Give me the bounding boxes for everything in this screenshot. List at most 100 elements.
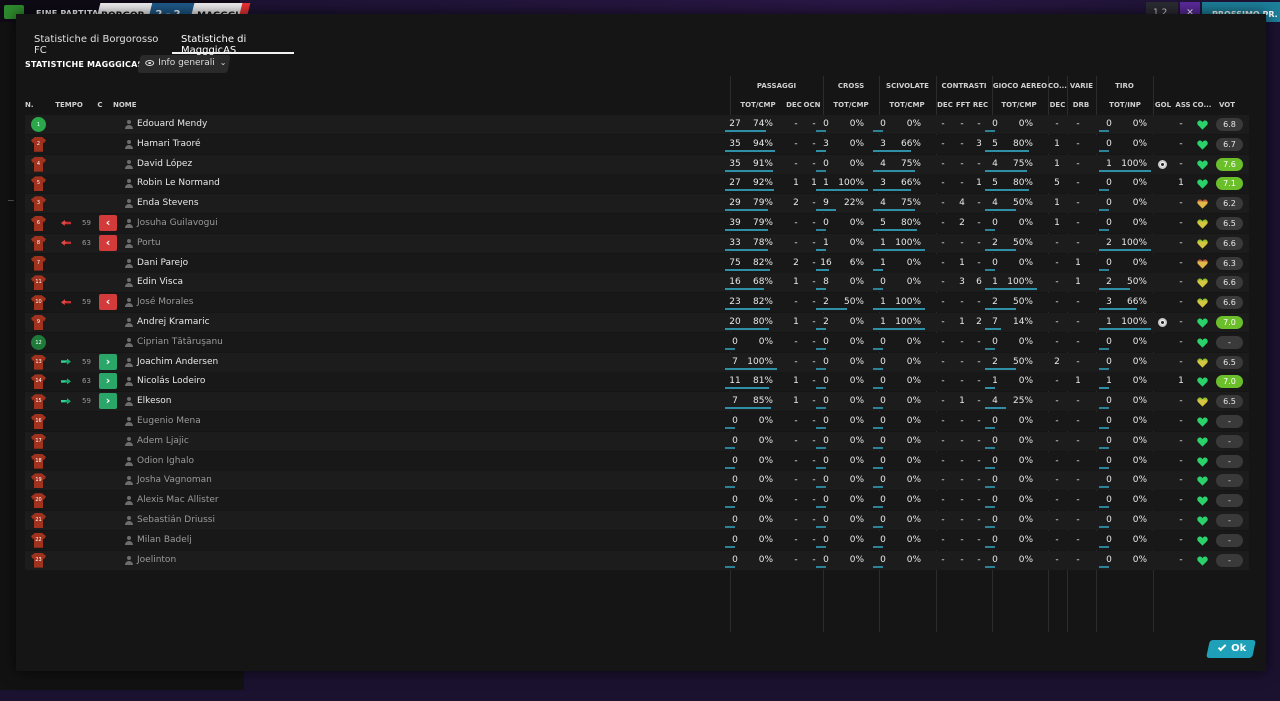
column-header-co_dec[interactable]: DEC — [1048, 101, 1067, 109]
stat-aerial-total: 4 — [992, 396, 998, 407]
player-profile-icon[interactable] — [125, 199, 133, 209]
column-header-num[interactable]: N. — [25, 101, 39, 109]
column-header-gol[interactable]: GOL — [1154, 101, 1172, 109]
column-header-tiro[interactable]: TOT/INP — [1100, 101, 1150, 109]
table-row[interactable]: 10 59 ‹ José Morales 23 82% - -2 50% 1 100% - - -2 50%… — [25, 293, 1249, 313]
player-profile-icon[interactable] — [125, 337, 133, 347]
player-name[interactable]: Josuha Guilavogui — [137, 218, 218, 228]
stat-crosses-total: 0 — [823, 376, 829, 387]
shots-bar — [1099, 486, 1109, 489]
player-profile-icon[interactable] — [125, 219, 133, 228]
stat-aerial-total: 0 — [992, 336, 998, 347]
table-row[interactable]: 22 Milan Badelj 0 0% - -0 0% 0 0% - - -0 0% - -0 0% - - — [25, 530, 1249, 550]
column-header-aereo[interactable]: TOT/CMP — [994, 101, 1044, 109]
player-rating: - — [1216, 494, 1243, 508]
player-name[interactable]: Milan Badelj — [137, 535, 192, 545]
player-name[interactable]: Portu — [137, 238, 161, 248]
player-profile-icon[interactable] — [125, 238, 133, 248]
table-row[interactable]: 16 Eugenio Mena 0 0% - -0 0% 0 0% - - -0 0% - -0 0% - - — [25, 412, 1249, 431]
column-header-cross[interactable]: TOT/CMP — [826, 101, 876, 109]
column-header-con_rec[interactable]: REC — [972, 101, 989, 109]
stat-aerial-total: 5 — [992, 178, 998, 189]
player-profile-icon[interactable] — [125, 436, 133, 446]
player-name[interactable]: Elkeson — [137, 396, 172, 406]
table-row[interactable]: 15 59 › Elkeson 7 85% 1-0 0% 0 0% -1-4 25% - -0 0% -6.5 — [25, 392, 1249, 412]
table-row[interactable]: 8 63 ‹ Portu 33 78% - -1 0% 1 100% - - -2 50% - -2 100% -6… — [25, 233, 1249, 253]
player-profile-icon[interactable] — [125, 535, 133, 545]
table-row[interactable]: 4 David López 35 91% - -0 0% 4 75% - - -4 75% 1-1 100%… — [25, 154, 1249, 174]
table-row[interactable]: 20 Alexis Mac Allister 0 0% - -0 0% 0 0% - - -0 0% - -… — [25, 491, 1249, 511]
player-profile-icon[interactable] — [125, 377, 133, 387]
player-name[interactable]: Robin Le Normand — [137, 178, 220, 188]
column-header-vot[interactable]: VOT — [1214, 101, 1240, 109]
player-name[interactable]: Joelinton — [137, 555, 176, 565]
table-row[interactable]: 13 59 › Joachim Andersen 7 100% - -0 0% 0 0% - - -2 50… — [25, 352, 1249, 372]
player-name[interactable]: Adem Ljajic — [137, 436, 189, 446]
stat-contrasts-fouls: - — [960, 495, 964, 506]
player-name[interactable]: Edouard Mendy — [137, 119, 207, 129]
player-name[interactable]: Dani Parejo — [137, 258, 188, 268]
column-header-con_fft[interactable]: FFT — [955, 101, 971, 109]
table-row[interactable]: 11 Edin Visca 16 68% 1-8 0% 0 0% -3 6 1 100% -1 2 50% -… — [25, 273, 1249, 293]
table-row[interactable]: 19 Josha Vagnoman 0 0% - -0 0% 0 0% - - -0 0% - -0 0% - - — [25, 471, 1249, 491]
player-profile-icon[interactable] — [125, 417, 133, 426]
player-profile-icon[interactable] — [125, 139, 133, 149]
player-profile-icon[interactable] — [125, 496, 133, 506]
column-header-time[interactable]: TEMPO — [54, 101, 84, 109]
table-row[interactable]: 14 63 › Nicolás Lodeiro 11 81% 1-0 0% 0 0% - - -1 0% -… — [25, 372, 1249, 392]
column-header-ass[interactable]: ASS — [1174, 101, 1192, 109]
player-profile-icon[interactable] — [125, 456, 133, 466]
player-profile-icon[interactable] — [125, 278, 133, 288]
player-profile-icon[interactable] — [125, 516, 133, 525]
column-header-c[interactable]: C — [94, 101, 106, 109]
column-header-sciv[interactable]: TOT/CMP — [882, 101, 932, 109]
player-profile-icon[interactable] — [125, 179, 133, 189]
player-name[interactable]: Odion Ighalo — [137, 456, 194, 466]
player-name[interactable]: Sebastián Driussi — [137, 515, 215, 525]
column-header-name[interactable]: NOME — [113, 101, 153, 109]
column-header-drb[interactable]: DRB — [1068, 101, 1094, 109]
column-header-pas_dec[interactable]: DEC — [786, 101, 802, 109]
table-row[interactable]: 18 Odion Ighalo 0 0% - -0 0% 0 0% - - -0 0% - -0 0% - - — [25, 451, 1249, 471]
player-name[interactable]: Josha Vagnoman — [137, 475, 212, 485]
column-header-pas_occ[interactable]: OCN — [803, 101, 821, 109]
player-name[interactable]: Nicolás Lodeiro — [137, 376, 205, 386]
ok-button[interactable]: Ok — [1206, 640, 1256, 658]
table-row[interactable]: 23 Joelinton 0 0% - -0 0% 0 0% - - -0 0% - -0 0% - - — [25, 550, 1249, 570]
column-header-con_dec[interactable]: DEC — [936, 101, 954, 109]
player-name[interactable]: Enda Stevens — [137, 198, 199, 208]
stat-contrasts-fouls: - — [960, 119, 964, 129]
table-row[interactable]: 5 Robin Le Normand 27 92% 1 1 1 100% 3 66% - -1 5 80%… — [25, 174, 1249, 194]
player-profile-icon[interactable] — [125, 258, 133, 268]
player-name[interactable]: Andrej Kramaric — [137, 317, 210, 327]
player-name[interactable]: Alexis Mac Allister — [137, 495, 219, 505]
player-profile-icon[interactable] — [125, 159, 133, 169]
player-name[interactable]: Eugenio Mena — [137, 416, 201, 426]
player-name[interactable]: David López — [137, 159, 192, 169]
table-row[interactable]: 21 Sebastián Driussi 0 0% - - 0 0% 0 0% - - - 0 0% - - 0 0… — [25, 511, 1249, 530]
player-profile-icon[interactable] — [125, 555, 133, 565]
stat-aerial-percent: 0% — [1018, 119, 1033, 129]
table-row[interactable]: 7 Dani Parejo 75 82% 2-16 6% 1 0% -1-0 0% -1 0 0% -6.… — [25, 253, 1249, 273]
player-profile-icon[interactable] — [125, 476, 133, 486]
table-row[interactable]: 12 Ciprian Tătăruşanu 0 0% - -0 0% 0 0% - - -0 0% - -0… — [25, 332, 1249, 352]
table-row[interactable]: 3 Enda Stevens 29 79% 2-9 22% 4 75% -4-4 50% 1-0 0%… — [25, 194, 1249, 214]
player-name[interactable]: José Morales — [137, 297, 193, 307]
player-name[interactable]: Hamari Traoré — [137, 139, 201, 149]
player-name[interactable]: Joachim Andersen — [137, 357, 218, 367]
player-name[interactable]: Edin Visca — [137, 277, 183, 287]
player-profile-icon[interactable] — [125, 298, 133, 308]
table-row[interactable]: 2 Hamari Traoré 35 94% - -3 0% 3 66% - -3 5 80% 1-0 0%… — [25, 134, 1249, 154]
table-row[interactable]: 1 Edouard Mendy 27 74% - -0 0% 0 0% - - -0 0% - -0 0% -6… — [25, 115, 1249, 134]
player-profile-icon[interactable] — [125, 120, 133, 129]
table-row[interactable]: 6 59 ‹ Josuha Guilavogui 39 79% - - 0 0% 5 80% - 2 - 0 0… — [25, 214, 1249, 233]
column-header-pas[interactable]: TOT/CMP — [734, 101, 782, 109]
table-row[interactable]: 9 Andrej Kramaric 20 80% 1-2 0% 1 100% -1 2 7 14% - -… — [25, 313, 1249, 332]
player-profile-icon[interactable] — [125, 357, 133, 367]
table-row[interactable]: 17 Adem Ljajic 0 0% - -0 0% 0 0% - - -0 0% - -0 0% - - — [25, 431, 1249, 451]
column-header-cond[interactable]: CO... — [1192, 101, 1212, 109]
player-name[interactable]: Ciprian Tătăruşanu — [137, 337, 223, 347]
player-profile-icon[interactable] — [125, 318, 133, 327]
player-profile-icon[interactable] — [125, 397, 133, 407]
stat-aerial-total: 1 — [992, 277, 998, 288]
